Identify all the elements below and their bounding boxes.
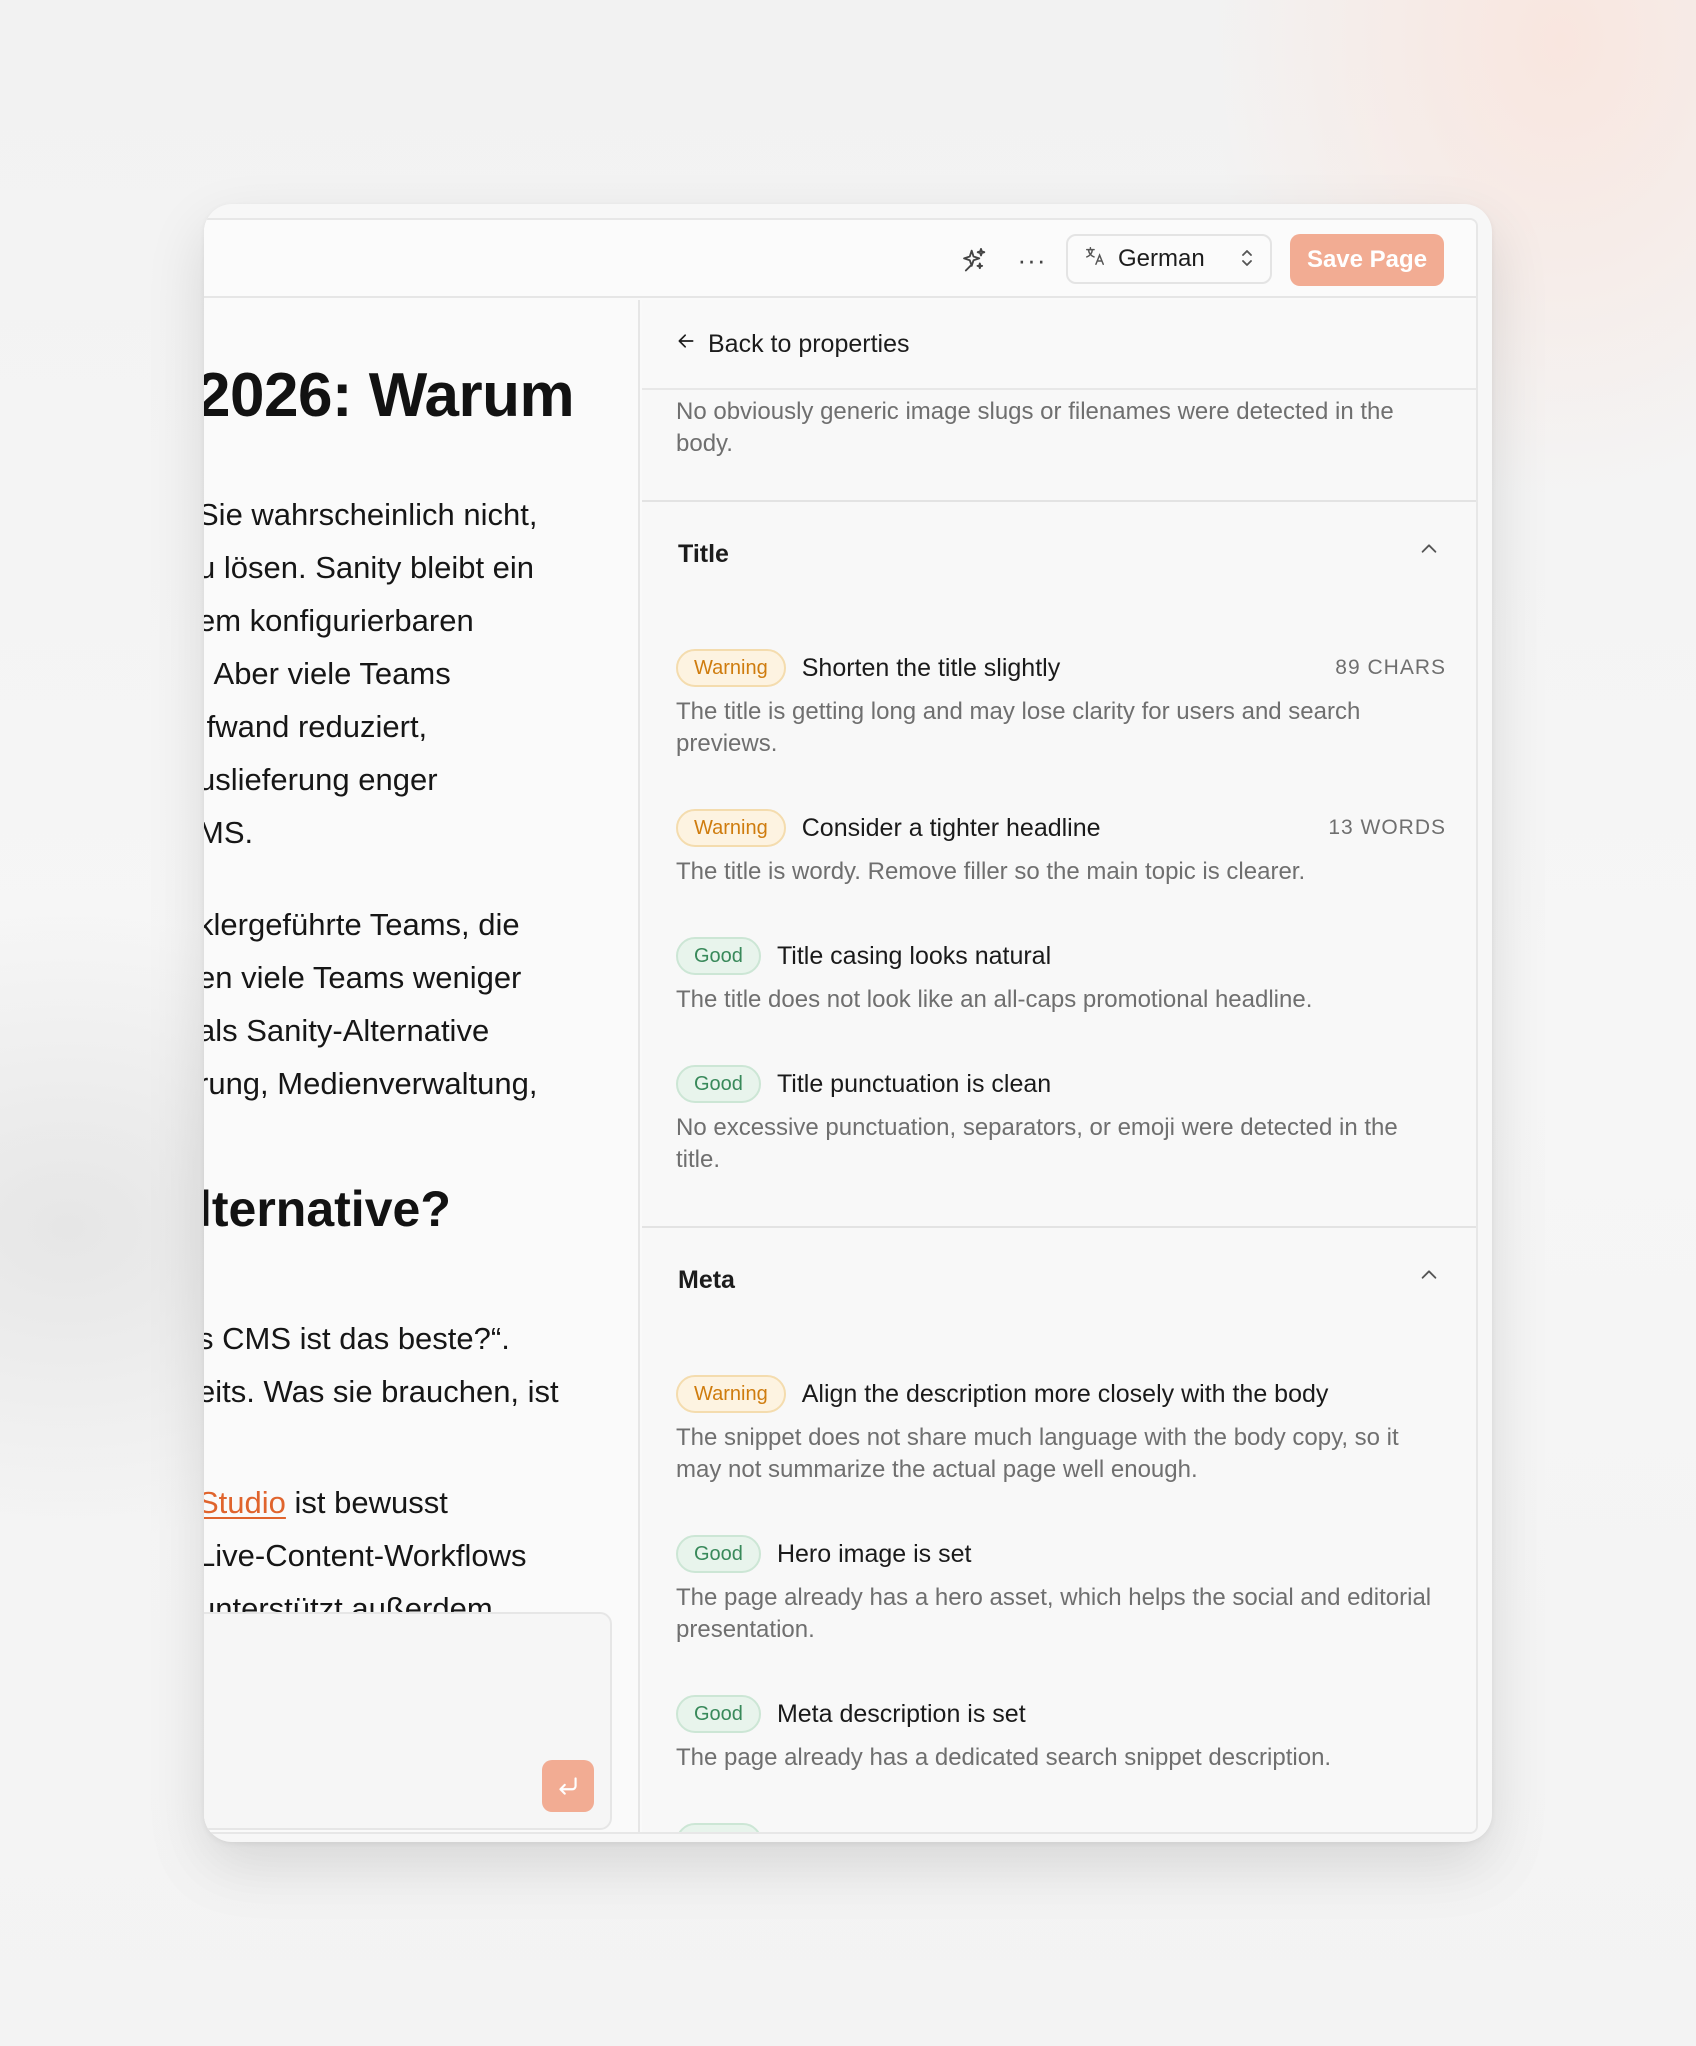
paragraph-line: en viele Teams weniger xyxy=(204,960,522,995)
studio-link[interactable]: Studio xyxy=(204,1485,286,1520)
check-title: Hero image is set xyxy=(776,1539,972,1568)
more-options-button[interactable]: ··· xyxy=(1010,240,1054,280)
section-title: Meta xyxy=(678,1266,735,1294)
check-count: 13 WORDS xyxy=(1328,816,1446,839)
paragraph-line: s CMS ist das beste?“. xyxy=(204,1321,510,1356)
status-badge xyxy=(676,1823,762,1832)
top-toolbar: ··· German Save Page xyxy=(204,220,1476,298)
intro-check-description: No obviously generic image slugs or file… xyxy=(676,398,1394,457)
status-badge: Good xyxy=(676,1535,761,1573)
enter-icon xyxy=(559,1777,577,1795)
chat-input[interactable] xyxy=(204,1612,612,1830)
check-description: The page already has a dedicated search … xyxy=(676,1744,1332,1771)
paragraph-line: ıfwand reduziert, xyxy=(204,709,428,744)
section-heading[interactable]: lternative? xyxy=(204,1180,451,1238)
chevron-up-icon[interactable] xyxy=(1418,1264,1440,1292)
check-item: Good Title casing looks natural The titl… xyxy=(676,936,1446,1016)
chevron-up-icon[interactable] xyxy=(1418,538,1440,566)
check-description: The title does not look like an all-caps… xyxy=(676,986,1313,1013)
link-followup-text: ist bewusst xyxy=(285,1485,448,1520)
paragraph-line: u lösen. Sanity bleibt ein xyxy=(204,550,535,585)
paragraph-line: uslieferung enger xyxy=(204,762,438,797)
check-item: Good Hero image is set The page already … xyxy=(676,1534,1446,1646)
paragraph-line: MS. xyxy=(204,815,254,850)
status-badge: Warning xyxy=(676,809,786,847)
section-title: Title xyxy=(678,540,729,568)
check-title: Align the description more closely with … xyxy=(801,1379,1329,1408)
paragraph-line: Live-Content-Workflows xyxy=(204,1538,527,1573)
translate-icon xyxy=(1084,245,1106,273)
check-count: 89 CHARS xyxy=(1335,656,1446,679)
paragraph-line: rung, Medienverwaltung, xyxy=(204,1066,538,1101)
check-item: Warning Consider a tighter headline 13 W… xyxy=(676,808,1446,888)
check-description: The title is getting long and may lose c… xyxy=(676,698,1361,757)
paragraph-line: . Aber viele Teams xyxy=(204,656,451,691)
status-badge: Warning xyxy=(676,649,786,687)
paragraph-3[interactable]: s CMS ist das beste?“. eits. Was sie bra… xyxy=(204,1312,559,1418)
paragraph-line: em konfigurierbaren xyxy=(204,603,474,638)
check-description: The page already has a hero asset, which… xyxy=(676,1584,1432,1643)
status-badge: Good xyxy=(676,1695,761,1733)
language-label: German xyxy=(1118,245,1205,272)
sparkle-icon xyxy=(963,247,986,272)
check-title: Title punctuation is clean xyxy=(776,1069,1052,1098)
more-icon: ··· xyxy=(1017,244,1047,275)
check-item: Good Title punctuation is clean No exces… xyxy=(676,1064,1446,1176)
paragraph-2[interactable]: klergeführte Teams, die en viele Teams w… xyxy=(204,898,537,1110)
back-to-properties-button[interactable]: Back to properties xyxy=(642,300,1476,390)
status-badge: Good xyxy=(676,937,761,975)
check-title: Consider a tighter headline xyxy=(801,813,1101,842)
paragraph-line: Sie wahrscheinlich nicht, xyxy=(204,497,538,532)
check-description: The title is wordy. Remove filler so the… xyxy=(676,858,1306,885)
seo-checks-panel: Back to properties No obviously generic … xyxy=(642,300,1476,1832)
check-item: Warning Shorten the title slightly 89 CH… xyxy=(676,648,1446,760)
check-item: Good Meta description is set The page al… xyxy=(676,1694,1446,1774)
check-item-partial xyxy=(676,1822,1446,1832)
paragraph-1[interactable]: Sie wahrscheinlich nicht, u lösen. Sanit… xyxy=(204,488,537,859)
app-window: ··· German Save Page 2026: Warum Sie wah… xyxy=(204,204,1492,1842)
save-page-button[interactable]: Save Page xyxy=(1290,234,1444,286)
check-description: The snippet does not share much language… xyxy=(676,1424,1399,1483)
check-title: Shorten the title slightly xyxy=(801,653,1061,682)
language-select[interactable]: German xyxy=(1066,234,1272,284)
check-item: Warning Align the description more close… xyxy=(676,1374,1446,1486)
check-description: No excessive punctuation, separators, or… xyxy=(676,1114,1398,1173)
back-label: Back to properties xyxy=(708,329,910,358)
paragraph-line: eits. Was sie brauchen, ist xyxy=(204,1374,559,1409)
chevron-updown-icon xyxy=(1240,247,1254,272)
check-title: Meta description is set xyxy=(776,1699,1026,1728)
send-button[interactable] xyxy=(542,1760,594,1812)
title-section: Title Warning Shorten the title slightly… xyxy=(642,500,1476,1230)
meta-section: Meta Warning Align the description more … xyxy=(642,1226,1476,1832)
paragraph-line: klergeführte Teams, die xyxy=(204,907,520,942)
status-badge: Warning xyxy=(676,1375,786,1413)
ai-assist-button[interactable] xyxy=(952,240,996,280)
paragraph-line: als Sanity-Alternative xyxy=(204,1013,490,1048)
status-badge: Good xyxy=(676,1065,761,1103)
check-title: Title casing looks natural xyxy=(776,941,1052,970)
document-heading[interactable]: 2026: Warum xyxy=(204,360,575,431)
document-editor[interactable]: 2026: Warum Sie wahrscheinlich nicht, u … xyxy=(204,300,640,1832)
arrow-left-icon xyxy=(676,331,696,357)
editor-frame: ··· German Save Page 2026: Warum Sie wah… xyxy=(204,218,1478,1834)
paragraph-line: Studio ist bewusst xyxy=(204,1476,526,1529)
